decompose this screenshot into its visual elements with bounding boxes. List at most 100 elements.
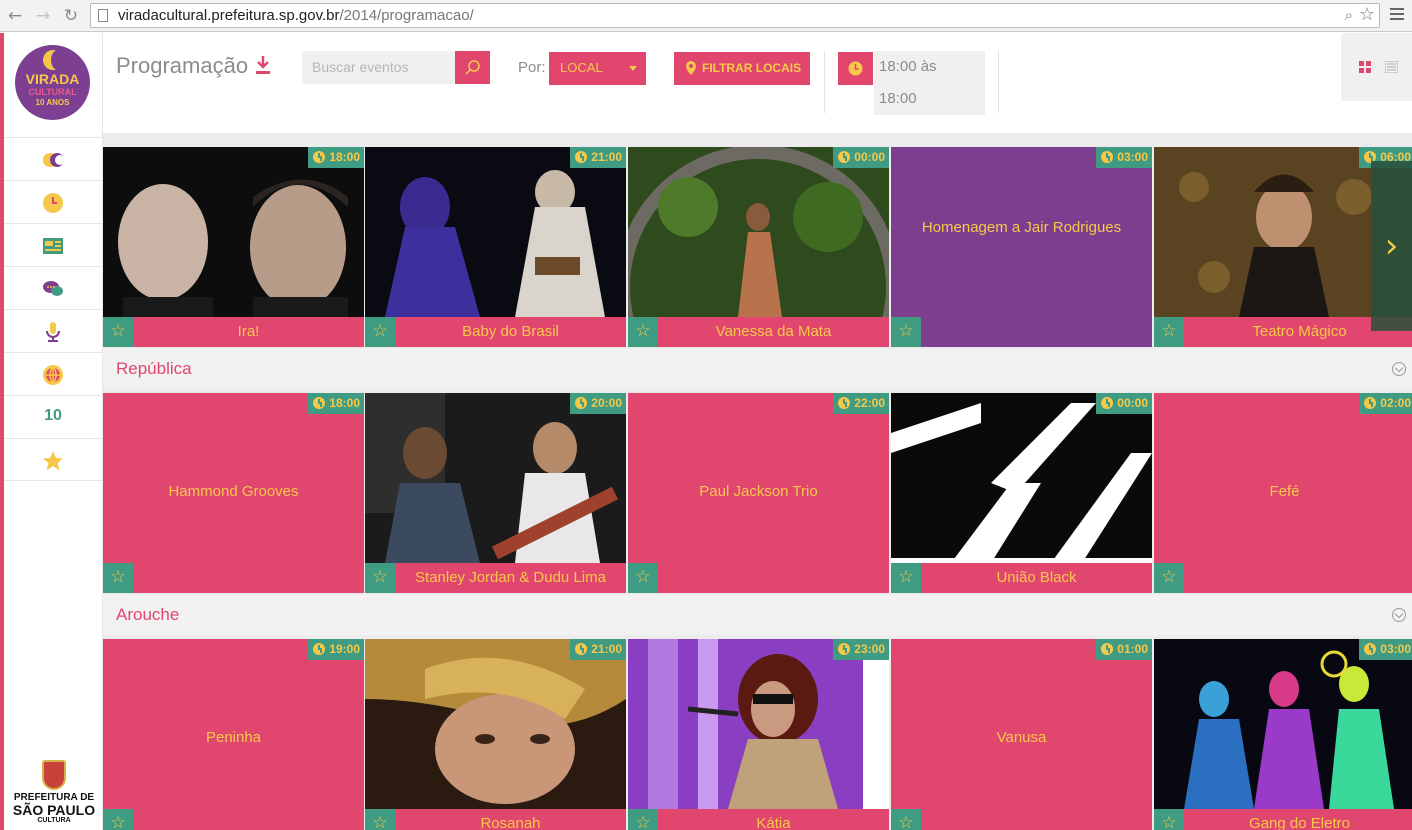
prefeitura-line3: CULTURA (37, 817, 71, 824)
event-name: Paul Jackson Trio (699, 483, 818, 500)
event-time-badge: 23:00 (833, 639, 889, 660)
event-row: 18:00 Ira! ☆ 21:00 Baby do Brasil ☆ 00:0… (103, 147, 1412, 347)
event-card[interactable]: Fefé 02:00 ☆ (1154, 393, 1412, 593)
sidebar-item-10-anos[interactable]: 10 (4, 395, 102, 438)
view-toggle (1341, 33, 1412, 101)
section-header[interactable]: República (103, 349, 1412, 389)
event-card[interactable]: 00:00 Vanessa da Mata ☆ (628, 147, 889, 347)
ten-years-icon: 10 (44, 407, 62, 424)
event-card[interactable]: Homenagem a Jair Rodrigues 03:00 ☆ (891, 147, 1152, 347)
event-card[interactable]: 18:00 Ira! ☆ (103, 147, 364, 347)
search-input[interactable]: Buscar eventos (302, 51, 455, 84)
favorite-star-icon[interactable]: ☆ (103, 809, 133, 830)
search-placeholder: Buscar eventos (312, 59, 409, 75)
favorite-star-icon[interactable]: ☆ (628, 809, 658, 830)
address-bar[interactable]: viradacultural.prefeitura.sp.gov.br/2014… (90, 3, 1380, 28)
reload-icon[interactable]: ↻ (60, 5, 82, 27)
virada-logo[interactable]: VIRADA CULTURAL 10 ANOS (15, 45, 90, 120)
favorite-star-icon[interactable]: ☆ (891, 317, 921, 347)
globe-icon (43, 365, 63, 385)
download-icon[interactable] (255, 54, 271, 76)
favorite-star-icon[interactable]: ☆ (1154, 317, 1184, 347)
event-card[interactable]: 20:00 Stanley Jordan & Dudu Lima ☆ (365, 393, 626, 593)
sidebar-item-globe[interactable] (4, 352, 102, 395)
event-name-bar: Vanessa da Mata (628, 317, 889, 347)
favorite-star-icon[interactable]: ☆ (1154, 563, 1184, 593)
event-card[interactable]: Vanusa 01:00 ☆ (891, 639, 1152, 830)
event-card[interactable]: Peninha 19:00 ☆ (103, 639, 364, 830)
next-arrow-icon[interactable]: › (1371, 161, 1412, 331)
event-name: Rosanah (480, 815, 541, 830)
menu-icon[interactable] (1390, 8, 1404, 23)
logo-line1: VIRADA (25, 71, 80, 87)
favorite-star-icon[interactable]: ☆ (103, 563, 133, 593)
event-card[interactable]: 23:00 Kátia ☆ (628, 639, 889, 830)
event-name-bar: Ira! (103, 317, 364, 347)
prefeitura-logo[interactable]: PREFEITURA DE SÃO PAULO CULTURA (10, 760, 98, 824)
event-name: Gang do Eletro (1249, 815, 1350, 830)
favorite-star-icon[interactable]: ☆ (1154, 809, 1184, 830)
local-select[interactable]: LOCAL (549, 52, 646, 85)
filtrar-locais-button[interactable]: FILTRAR LOCAIS (674, 52, 810, 85)
event-time-badge: 03:00 (1359, 639, 1412, 660)
star-icon (43, 451, 63, 471)
event-name-bar: Gang do Eletro (1154, 809, 1412, 830)
event-photo (365, 639, 626, 809)
list-view-icon[interactable] (1385, 61, 1398, 73)
event-card[interactable]: Hammond Grooves 18:00 ☆ (103, 393, 364, 593)
search-button[interactable] (455, 51, 490, 84)
grid-view-icon[interactable] (1359, 61, 1371, 73)
event-card[interactable]: 00:00 União Black ☆ (891, 393, 1152, 593)
favorite-star-icon[interactable]: ☆ (365, 809, 395, 830)
favorite-star-icon[interactable]: ☆ (891, 809, 921, 830)
chevron-down-icon[interactable] (1392, 362, 1406, 376)
time-filter-button[interactable] (838, 52, 873, 85)
virada-logo-icon (43, 153, 64, 167)
event-card[interactable]: 03:00 Gang do Eletro ☆ (1154, 639, 1412, 830)
sidebar-item-chat[interactable] (4, 266, 102, 309)
chevron-down-icon[interactable] (1392, 608, 1406, 622)
search-icon[interactable]: ⌕ (1345, 6, 1353, 24)
caret-down-icon (629, 66, 637, 71)
schedule-grid: 18:00 Ira! ☆ 21:00 Baby do Brasil ☆ 00:0… (103, 133, 1412, 830)
favorite-star-icon[interactable]: ☆ (891, 563, 921, 593)
bookmark-star-icon[interactable]: ☆ (1359, 4, 1375, 25)
event-card[interactable]: 21:00 Rosanah ☆ (365, 639, 626, 830)
sidebar-item-mic[interactable] (4, 309, 102, 352)
clock-icon (848, 61, 863, 76)
event-name-bar: União Black (891, 563, 1152, 593)
map-pin-icon (686, 61, 696, 75)
favorite-star-icon[interactable]: ☆ (103, 317, 133, 347)
favorite-star-icon[interactable]: ☆ (628, 563, 658, 593)
event-card[interactable]: 21:00 Baby do Brasil ☆ (365, 147, 626, 347)
event-time-badge: 21:00 (570, 639, 626, 660)
time-to: 18:00 (879, 90, 917, 107)
event-name-bar: Baby do Brasil (365, 317, 626, 347)
event-time-badge: 18:00 (308, 393, 364, 414)
section-header[interactable]: Arouche (103, 595, 1412, 635)
sidebar-item-schedule[interactable] (4, 180, 102, 223)
url-text: viradacultural.prefeitura.sp.gov.br/2014… (118, 7, 474, 24)
time-range[interactable]: 18:00 às 18:00 (874, 51, 985, 115)
event-name: Peninha (205, 729, 262, 746)
event-row: Peninha 19:00 ☆ 21:00 Rosanah ☆ 23:00 Ká… (103, 639, 1412, 830)
event-time-badge: 01:00 (1096, 639, 1152, 660)
sidebar-item-favorites[interactable] (4, 438, 102, 481)
page-icon (98, 9, 108, 22)
event-time-badge: 02:00 (1359, 393, 1412, 414)
back-icon[interactable]: ← (4, 5, 26, 27)
divider (998, 51, 999, 113)
favorite-star-icon[interactable]: ☆ (365, 563, 395, 593)
forward-icon[interactable]: → (32, 5, 54, 27)
section-title: República (116, 359, 192, 378)
event-name-bar: Rosanah (365, 809, 626, 830)
event-name: Vanusa (996, 729, 1047, 746)
event-photo (365, 147, 626, 317)
favorite-star-icon[interactable]: ☆ (628, 317, 658, 347)
event-name: Homenagem a Jair Rodrigues (921, 219, 1122, 236)
favorite-star-icon[interactable]: ☆ (365, 317, 395, 347)
sidebar-item-news[interactable] (4, 223, 102, 266)
event-card[interactable]: Paul Jackson Trio 22:00 ☆ (628, 393, 889, 593)
sidebar-item-virada[interactable] (4, 137, 102, 180)
sidebar: VIRADA CULTURAL 10 ANOS 10 PREFEITURA DE… (4, 33, 103, 830)
